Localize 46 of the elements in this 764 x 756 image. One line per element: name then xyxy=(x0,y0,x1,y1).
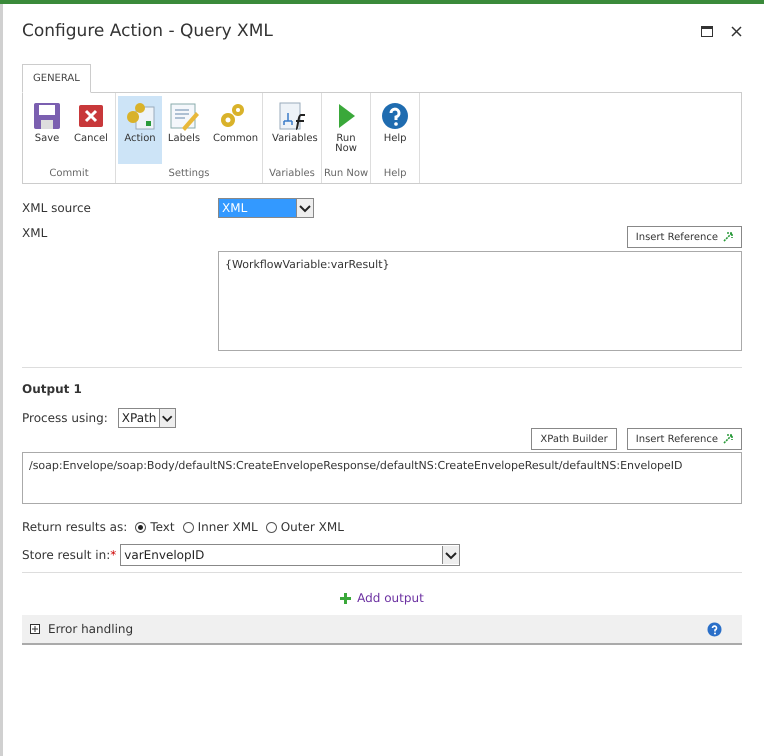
ribbon-tab[interactable]: GENERAL xyxy=(22,64,91,93)
process-dropdown[interactable]: XPath xyxy=(118,408,176,428)
group-label: Commit xyxy=(48,167,90,181)
caret-icon xyxy=(296,199,313,217)
close-icon[interactable] xyxy=(731,26,742,36)
group-label: Settings xyxy=(167,167,210,181)
radio-option[interactable]: Outer XML xyxy=(266,520,344,534)
arrow-icon xyxy=(723,232,733,242)
caret-icon xyxy=(159,409,175,427)
section-label: Error handling xyxy=(48,622,134,636)
ribbon-button[interactable]: Cancel xyxy=(69,96,113,164)
plus-icon[interactable] xyxy=(30,624,40,634)
help-icon[interactable] xyxy=(707,622,722,636)
ribbon-button[interactable]: Variables xyxy=(265,96,319,164)
ribbon-button[interactable]: Run Now xyxy=(324,96,368,164)
ribbon-button[interactable]: Action xyxy=(118,96,162,164)
xpath-text-area[interactable]: /soap:Envelope/soap:Body/defaultNS:CreateEnvelopeResponse/defaultNS:CreateEnvelopeResult/defaultNS:EnvelopeID xyxy=(22,452,742,504)
add-output-link[interactable]: Add output xyxy=(340,591,424,605)
radio-option[interactable]: Text xyxy=(135,520,175,534)
section-title: Output 1 xyxy=(22,382,83,396)
field-label: Process using: xyxy=(22,411,108,425)
group-label: Help xyxy=(382,167,408,181)
group-label: Run Now xyxy=(324,167,368,181)
group-label: Variables xyxy=(268,167,316,181)
error-handling-bar[interactable]: Error handling xyxy=(22,615,742,645)
xpath-builder-button[interactable]: XPath Builder xyxy=(531,428,617,450)
field-label: Store result in:* xyxy=(22,548,116,562)
caret-icon xyxy=(442,546,460,564)
plus-icon xyxy=(340,592,352,604)
insert-reference-button[interactable]: Insert Reference xyxy=(626,428,742,450)
notepad-pencil-icon xyxy=(168,101,200,131)
xml-text-area[interactable]: {WorkflowVariable:varResult} xyxy=(218,251,742,351)
ribbon-button[interactable]: Common xyxy=(206,96,260,164)
ribbon-button[interactable]: Save xyxy=(25,96,69,164)
insert-reference-button[interactable]: Insert Reference xyxy=(626,226,742,248)
ribbon-button[interactable]: Help xyxy=(373,96,418,164)
store-result-dropdown[interactable]: varEnvelopID xyxy=(120,544,460,566)
field-label: XML xyxy=(22,226,48,240)
radio-option[interactable]: Inner XML xyxy=(182,520,258,534)
gears-diagram-icon xyxy=(124,101,156,131)
ribbon-button[interactable]: Labels xyxy=(162,96,206,164)
window-title: Configure Action - Query XML xyxy=(22,21,274,41)
arrow-icon xyxy=(723,434,733,444)
maximize-icon[interactable] xyxy=(701,26,713,36)
field-label: XML source xyxy=(22,201,92,215)
field-label: Return results as: xyxy=(22,520,128,534)
